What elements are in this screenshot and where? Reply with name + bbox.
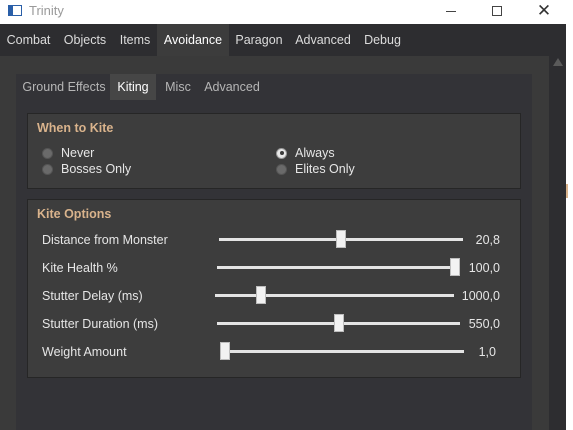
main-tab-bar: Combat Objects Items Avoidance Paragon A…: [0, 24, 566, 56]
stutter-delay-value: 1000,0: [461, 289, 500, 303]
stutter-delay-slider[interactable]: [215, 286, 454, 304]
main-window: Combat Objects Items Avoidance Paragon A…: [0, 24, 566, 430]
stutter-duration-slider[interactable]: [217, 314, 460, 332]
radio-bosses-only-label: Bosses Only: [61, 162, 132, 176]
minimize-button[interactable]: [428, 0, 474, 22]
kite-options-title: Kite Options: [37, 207, 112, 221]
window-title: Trinity: [29, 3, 64, 18]
stutter-duration-slider-thumb[interactable]: [333, 314, 344, 332]
close-icon: ✕: [536, 1, 552, 21]
radio-button-icon: [42, 163, 53, 175]
slider-label-kite-health: Kite Health %: [42, 261, 118, 275]
background-window-accent: [566, 184, 573, 198]
subtab-ground-effects[interactable]: Ground Effects: [18, 74, 110, 100]
subtab-misc[interactable]: Misc: [156, 74, 200, 100]
weight-amount-slider[interactable]: [220, 342, 464, 360]
scroll-up-arrow-icon[interactable]: [553, 58, 563, 66]
app-icon: [8, 5, 22, 16]
slider-label-stutter-duration: Stutter Duration (ms): [42, 317, 159, 331]
radio-always-label: Always: [295, 146, 335, 160]
tab-avoidance[interactable]: Avoidance: [157, 24, 229, 56]
radio-never-label: Never: [61, 146, 95, 160]
radio-bosses-only[interactable]: Bosses Only: [42, 162, 131, 176]
tab-combat[interactable]: Combat: [0, 24, 57, 56]
radio-elites-only[interactable]: Elites Only: [276, 162, 355, 176]
maximize-icon: [492, 6, 502, 16]
subtab-kiting[interactable]: Kiting: [110, 74, 156, 100]
kite-health-value: 100,0: [468, 261, 500, 275]
title-bar: Trinity ✕: [0, 0, 573, 24]
slider-label-distance: Distance from Monster: [42, 233, 168, 247]
stutter-delay-slider-thumb[interactable]: [256, 286, 267, 304]
distance-slider-thumb[interactable]: [336, 230, 346, 248]
tab-items[interactable]: Items: [113, 24, 157, 56]
background-window-fragment: [566, 134, 573, 146]
avoidance-panel: Ground Effects Kiting Misc Advanced When…: [16, 74, 532, 430]
sub-tab-bar: Ground Effects Kiting Misc Advanced: [16, 74, 532, 100]
weight-amount-slider-thumb[interactable]: [220, 342, 230, 360]
stutter-duration-value: 550,0: [468, 317, 500, 331]
radio-button-icon: [42, 147, 53, 159]
radio-elites-only-label: Elites Only: [295, 162, 355, 176]
tab-debug[interactable]: Debug: [357, 24, 408, 56]
radio-always[interactable]: Always: [276, 146, 335, 160]
radio-button-selected-icon: [276, 147, 287, 159]
weight-amount-value: 1,0: [478, 345, 496, 359]
kite-options-group: Kite Options Distance from Monster 20,8 …: [27, 199, 521, 378]
kite-health-slider-thumb[interactable]: [450, 258, 460, 276]
kite-health-slider[interactable]: [217, 258, 460, 276]
tab-content: Ground Effects Kiting Misc Advanced When…: [0, 56, 549, 430]
close-button[interactable]: ✕: [521, 0, 567, 22]
tab-paragon[interactable]: Paragon: [229, 24, 289, 56]
maximize-button[interactable]: [474, 0, 520, 22]
slider-label-stutter-delay: Stutter Delay (ms): [42, 289, 143, 303]
radio-button-icon: [276, 163, 287, 175]
minimize-icon: [446, 10, 456, 12]
tab-objects[interactable]: Objects: [57, 24, 113, 56]
slider-label-weight-amount: Weight Amount: [42, 345, 127, 359]
distance-slider[interactable]: [219, 230, 463, 248]
radio-never[interactable]: Never: [42, 146, 94, 160]
when-to-kite-title: When to Kite: [37, 121, 114, 135]
subtab-advanced[interactable]: Advanced: [200, 74, 264, 100]
tab-advanced[interactable]: Advanced: [289, 24, 357, 56]
distance-value: 20,8: [475, 233, 500, 247]
when-to-kite-group: When to Kite Never Bosses Only Always El…: [27, 113, 521, 189]
vertical-scrollbar[interactable]: [549, 56, 566, 430]
